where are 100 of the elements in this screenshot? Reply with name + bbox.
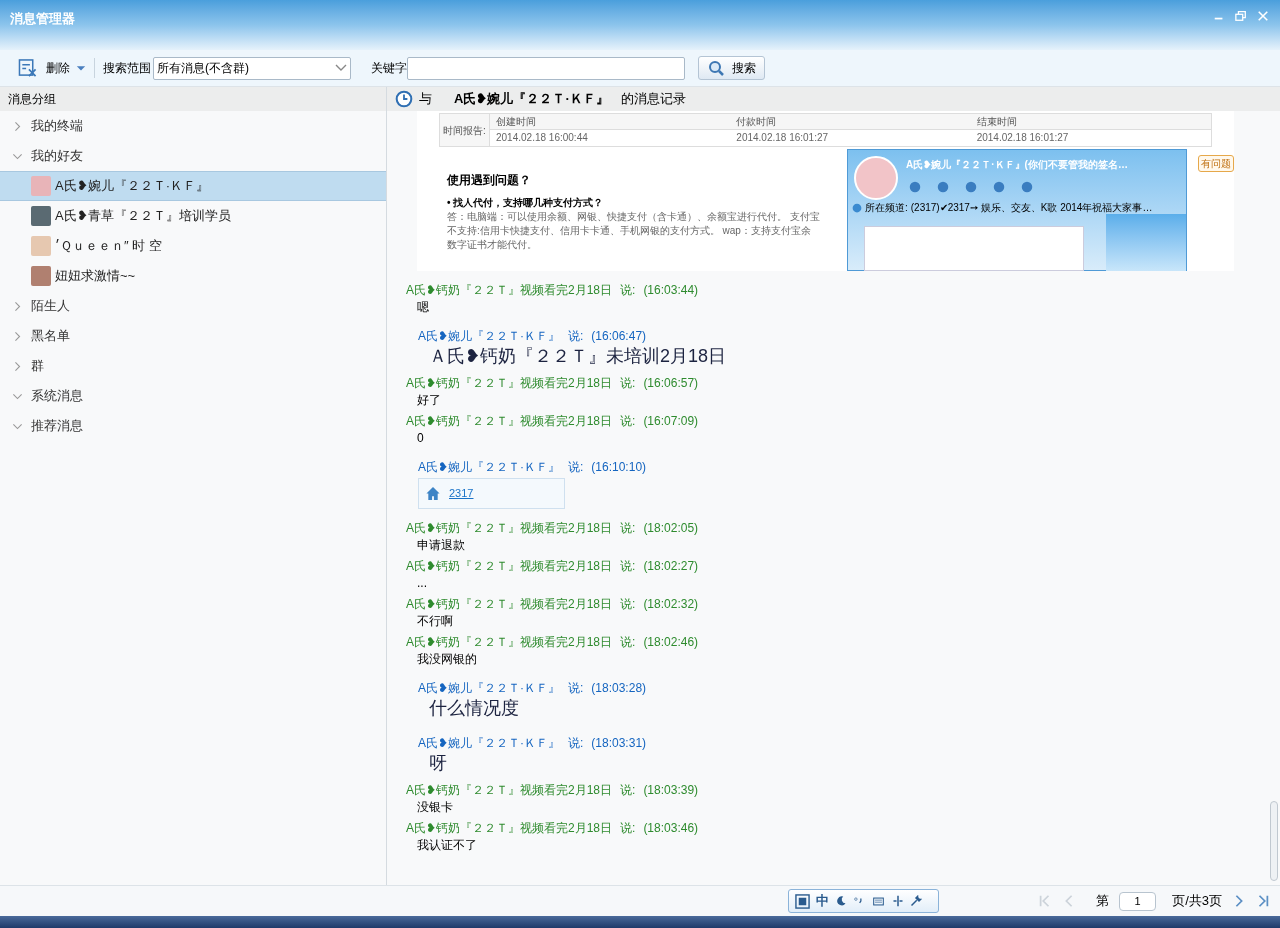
keyboard-icon[interactable] [871, 895, 886, 907]
column-header: 结束时间 [970, 114, 1211, 130]
avatar [854, 156, 898, 200]
message-text: 呀 [429, 752, 448, 775]
delete-button[interactable]: 删除 [16, 55, 72, 81]
message-time: (18:03:28) [591, 680, 647, 697]
sender-name: A氏❥钙奶『２２Ｔ』视频看完2月18日 [406, 558, 613, 575]
sender-name: A氏❥钙奶『２２Ｔ』视频看完2月18日 [406, 520, 613, 537]
said-label: 说: [568, 328, 584, 345]
faq-text: 数字证书才能代付。 [447, 238, 537, 252]
said-label: 说: [568, 459, 584, 476]
faq-title: 使用遇到问题？ [447, 172, 531, 189]
page-label: 第 [1096, 892, 1110, 911]
message-time: (16:10:10) [591, 459, 647, 476]
window-title: A氏❥婉儿『２２Ｔ·ＫＦ』(你们不要管我的签名… [906, 157, 1128, 172]
sender-name: A氏❥钙奶『２２Ｔ』视频看完2月18日 [406, 375, 613, 392]
contact-name: A氏❥婉儿『２２Ｔ·ＫＦ』 [454, 90, 609, 109]
group-item[interactable]: 陌生人 [0, 291, 386, 321]
search-icon [707, 60, 724, 76]
moon-icon[interactable] [835, 895, 847, 907]
sender-name: A氏❥婉儿『２２Ｔ·ＫＦ』 [418, 328, 560, 345]
search-button[interactable]: 搜索 [698, 56, 765, 80]
window-title: 消息管理器 [10, 10, 75, 28]
sender-name: A氏❥钙奶『２２Ｔ』视频看完2月18日 [406, 634, 613, 651]
group-item[interactable]: 系统消息 [0, 381, 386, 411]
said-label: 说: [620, 520, 636, 537]
group-item[interactable]: 群 [0, 351, 386, 381]
contact-item[interactable]: 妞妞求激情~~ [0, 261, 386, 291]
message-text: 申请退款 [417, 537, 466, 554]
contact-item[interactable]: A氏❥青草『２２Ｔ』培训学员 [0, 201, 386, 231]
header-label: 的消息记录 [620, 90, 686, 109]
table-cell-text: 2014.02.18 16:00:44 [495, 131, 589, 145]
said-label: 说: [568, 735, 584, 752]
restore-icon[interactable] [1234, 10, 1248, 22]
page-label: 页/共3页 [1172, 892, 1222, 911]
group-item[interactable]: 我的好友 [0, 141, 386, 171]
message-time: (18:02:32) [643, 596, 699, 613]
scrollbar-thumb[interactable] [1270, 801, 1278, 881]
avatar [31, 206, 51, 226]
said-label: 说: [620, 782, 636, 799]
punctuation-icon[interactable] [853, 896, 865, 906]
group-item[interactable]: 推荐消息 [0, 411, 386, 441]
header-label: 与 [419, 90, 432, 109]
contact-item[interactable]: A氏❥婉儿『２２Ｔ·ＫＦ』 [0, 171, 386, 201]
column-header: 付款时间 [730, 114, 971, 130]
link[interactable]: 2317 [449, 485, 474, 502]
said-label: 说: [620, 282, 636, 299]
contact-item[interactable]: ׳Ｑｕｅｅｎ″ 时 空 [0, 231, 386, 261]
said-label: 说: [620, 413, 636, 430]
chevron-right-icon [12, 360, 23, 372]
message-text: 好了 [417, 392, 442, 409]
message-time: (16:03:44) [643, 282, 699, 299]
last-page-icon[interactable] [1256, 893, 1270, 909]
sender-name: A氏❥婉儿『２２Ｔ·ＫＦ』 [418, 459, 560, 476]
message-time: (16:06:47) [591, 328, 647, 345]
wrench-icon[interactable] [910, 895, 922, 907]
message-text: 没银卡 [417, 799, 454, 816]
channel-label: 所在频道: [865, 201, 908, 215]
message-text: 0 [417, 430, 425, 447]
column-header: 创建时间 [490, 114, 731, 130]
message-text: ... [417, 575, 428, 592]
said-label: 说: [620, 634, 636, 651]
said-label: 说: [620, 375, 636, 392]
faq-question: • 找人代付，支持哪几种支付方式？ [447, 196, 604, 210]
help-tag[interactable]: 有问题 [1198, 155, 1234, 172]
message-text: 不行啊 [417, 613, 454, 630]
mode-toggle[interactable]: 中 [816, 891, 829, 911]
message-text: 什么情况度 [429, 697, 520, 720]
sender-name: A氏❥钙奶『２２Ｔ』视频看完2月18日 [406, 820, 613, 837]
chevron-down-icon [335, 64, 347, 72]
delete-list-icon [18, 59, 38, 77]
sender-name: A氏❥钙奶『２２Ｔ』视频看完2月18日 [406, 596, 613, 613]
close-icon[interactable] [1256, 10, 1270, 22]
table-label: 时间报告: [440, 114, 490, 146]
said-label: 说: [620, 558, 636, 575]
dropdown-caret-icon[interactable] [76, 64, 86, 72]
sender-name: A氏❥钙奶『２２Ｔ』视频看完2月18日 [406, 782, 613, 799]
sender-name: A氏❥钙奶『２２Ｔ』视频看完2月18日 [406, 413, 613, 430]
keyword-field[interactable] [407, 56, 685, 80]
said-label: 说: [620, 820, 636, 837]
group-item[interactable]: 我的终端 [0, 111, 386, 141]
faq-text: 答：电脑端：可以使用余额、网银、快捷支付（含卡通）、余额宝进行代付。 支付宝 [447, 210, 820, 224]
keyword-label: 关键字 [371, 60, 407, 77]
group-item[interactable]: 黑名单 [0, 321, 386, 351]
scope-dropdown[interactable]: 所有消息(不含群) [153, 56, 351, 80]
message-text: 我没网银的 [417, 651, 478, 668]
table-cell-text: 2014.02.18 16:01:27 [975, 131, 1070, 145]
logo-icon[interactable] [795, 893, 810, 909]
page-field[interactable]: 1 [1119, 891, 1157, 911]
message-time: (16:06:57) [643, 375, 699, 392]
message-text: 嗯 [417, 299, 430, 316]
said-label: 说: [568, 680, 584, 697]
message-time: (16:07:09) [643, 413, 699, 430]
house-icon [425, 486, 441, 501]
sender-name: A氏❥婉儿『２２Ｔ·ＫＦ』 [418, 735, 560, 752]
sidebar-header: 消息分组 [0, 87, 386, 111]
link-card[interactable]: 2317 [418, 478, 565, 509]
sender-name: A氏❥钙奶『２２Ｔ』视频看完2月18日 [406, 282, 613, 299]
message-time: (18:02:46) [643, 634, 699, 651]
channel-text: (2317)✔2317➙ 娱乐、交友、K歌 2014年祝福大家事… [910, 201, 1153, 215]
